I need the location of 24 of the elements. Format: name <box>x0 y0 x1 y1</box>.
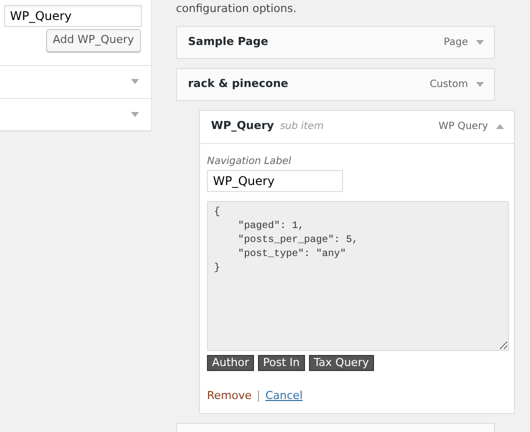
search-field[interactable]: WP_Query <box>4 5 142 27</box>
sub-item-note: sub item <box>280 120 324 134</box>
navigation-label-field[interactable]: WP_Query <box>207 170 343 192</box>
add-button[interactable]: Add WP_Query <box>46 29 141 52</box>
menu-item-title: Sample Page <box>188 34 268 50</box>
remove-link[interactable]: Remove <box>207 388 252 402</box>
separator-text: | <box>256 388 260 402</box>
cancel-link[interactable]: Cancel <box>265 388 303 402</box>
menu-item-title: rack & pinecone <box>188 76 288 92</box>
menu-item-type: Page <box>444 36 468 50</box>
field-label: Navigation Label <box>207 154 292 168</box>
tag-button[interactable]: Tax Query <box>308 354 374 370</box>
tag-button[interactable]: Post In <box>258 354 305 370</box>
expand-arrow-icon[interactable] <box>476 40 484 44</box>
query-code-field[interactable]: { "paged": 1, "posts_per_page": 5, "post_type": "any" } <box>207 200 509 350</box>
expand-arrow-icon[interactable] <box>476 82 484 86</box>
tag-button[interactable]: Author <box>207 354 254 370</box>
collapse-arrow-icon[interactable] <box>496 124 504 129</box>
intro-text: configuration options. <box>176 1 298 17</box>
expand-arrow-icon[interactable] <box>131 79 139 84</box>
menu-item-title: WP_Query <box>211 118 274 134</box>
menu-item-type: Custom <box>430 78 468 92</box>
menu-item-type: WP Query <box>438 120 488 134</box>
expand-arrow-icon[interactable] <box>131 112 139 117</box>
